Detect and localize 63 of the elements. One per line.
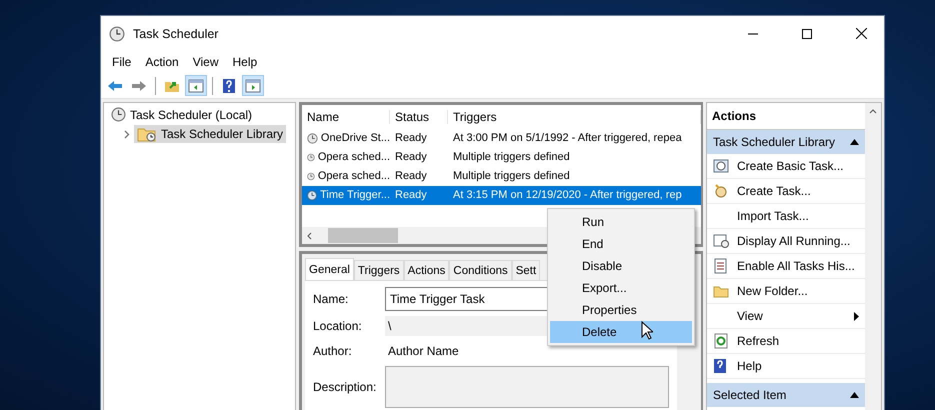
field-label: Description: <box>313 379 378 396</box>
command-item[interactable]: Refresh <box>707 329 865 354</box>
scroll-up-icon[interactable] <box>869 108 877 114</box>
column-header[interactable]: Status <box>390 110 448 124</box>
submenu-arrow-icon <box>854 312 859 320</box>
column-header[interactable]: Name <box>302 110 390 124</box>
triggers-cell-text: Multiple triggers defined <box>452 169 571 184</box>
tree-item[interactable]: Task Scheduler (Local) <box>130 108 252 122</box>
scrollbar-thumb[interactable] <box>328 228 398 243</box>
triggers-cell-text: Multiple triggers defined <box>452 150 571 165</box>
task-name-cell[interactable]: OneDrive St... <box>302 129 390 148</box>
chevron-right-icon[interactable] <box>122 130 131 138</box>
field-label: Location: <box>313 318 363 335</box>
folder-icon <box>137 126 157 142</box>
command-item[interactable]: Create Basic Task... <box>707 154 865 179</box>
field-label: Author: <box>313 343 353 360</box>
command-item[interactable]: New Folder... <box>707 279 865 304</box>
command-item[interactable]: Help <box>707 354 865 379</box>
tab[interactable]: Actions <box>404 260 450 280</box>
task-name-cell[interactable]: Opera sched... <box>302 167 390 186</box>
status-cell-text: Ready <box>394 169 428 184</box>
status-cell: Ready <box>390 186 448 205</box>
window-icon <box>713 233 729 249</box>
status-cell-text: Ready <box>394 150 428 165</box>
collapse-arrow-icon[interactable] <box>850 392 859 398</box>
column-header[interactable]: Triggers <box>448 110 701 124</box>
vertical-scrollbar[interactable] <box>865 103 881 410</box>
mouse-cursor-icon <box>641 321 653 340</box>
window-title: Task Scheduler <box>133 26 220 40</box>
tab[interactable]: Conditions <box>449 260 512 280</box>
scroll-left-icon[interactable] <box>306 232 314 240</box>
menu-item[interactable]: Action <box>138 55 186 69</box>
help-icon <box>713 358 727 374</box>
author-text: Author Name <box>387 343 460 360</box>
menu-item[interactable]: View <box>186 55 226 69</box>
tab[interactable]: Sett <box>512 260 540 280</box>
tab[interactable]: Triggers <box>354 260 404 280</box>
command-item[interactable]: Create Task... <box>707 179 865 204</box>
field-label: Name: <box>313 291 350 308</box>
refresh-icon <box>713 333 729 349</box>
tab[interactable]: General <box>305 258 354 280</box>
context-menu-item[interactable]: Delete <box>550 321 692 343</box>
task-name-cell[interactable]: Time Trigger... <box>302 186 390 205</box>
command-item[interactable]: Display All Running... <box>707 229 865 254</box>
status-cell-text: Ready <box>394 131 428 146</box>
section-header[interactable]: Task Scheduler Library <box>707 130 865 154</box>
section-header[interactable]: Selected Item <box>707 383 865 407</box>
context-menu-item[interactable]: Disable <box>550 255 692 277</box>
menu-item[interactable]: Help <box>226 55 264 69</box>
pane-toggle-icon[interactable] <box>242 75 264 96</box>
description-field[interactable] <box>385 366 669 408</box>
triggers-cell-text: At 3:00 PM on 5/1/1992 - After triggered, repea <box>452 131 683 146</box>
context-menu-item[interactable]: End <box>550 233 692 255</box>
command-item[interactable]: Enable All Tasks His... <box>707 254 865 279</box>
menu-item[interactable]: File <box>105 55 138 69</box>
triggers-cell: At 3:15 PM on 12/19/2020 - After triggered, rep <box>448 186 701 205</box>
document-icon <box>713 258 729 274</box>
pane-toggle-icon[interactable] <box>185 75 207 96</box>
maximize-icon <box>802 28 812 38</box>
context-menu-item[interactable]: Run <box>550 211 692 233</box>
collapse-arrow-icon[interactable] <box>850 139 859 145</box>
close-icon <box>856 28 866 39</box>
task-name-cell[interactable]: Opera sched... <box>302 148 390 167</box>
